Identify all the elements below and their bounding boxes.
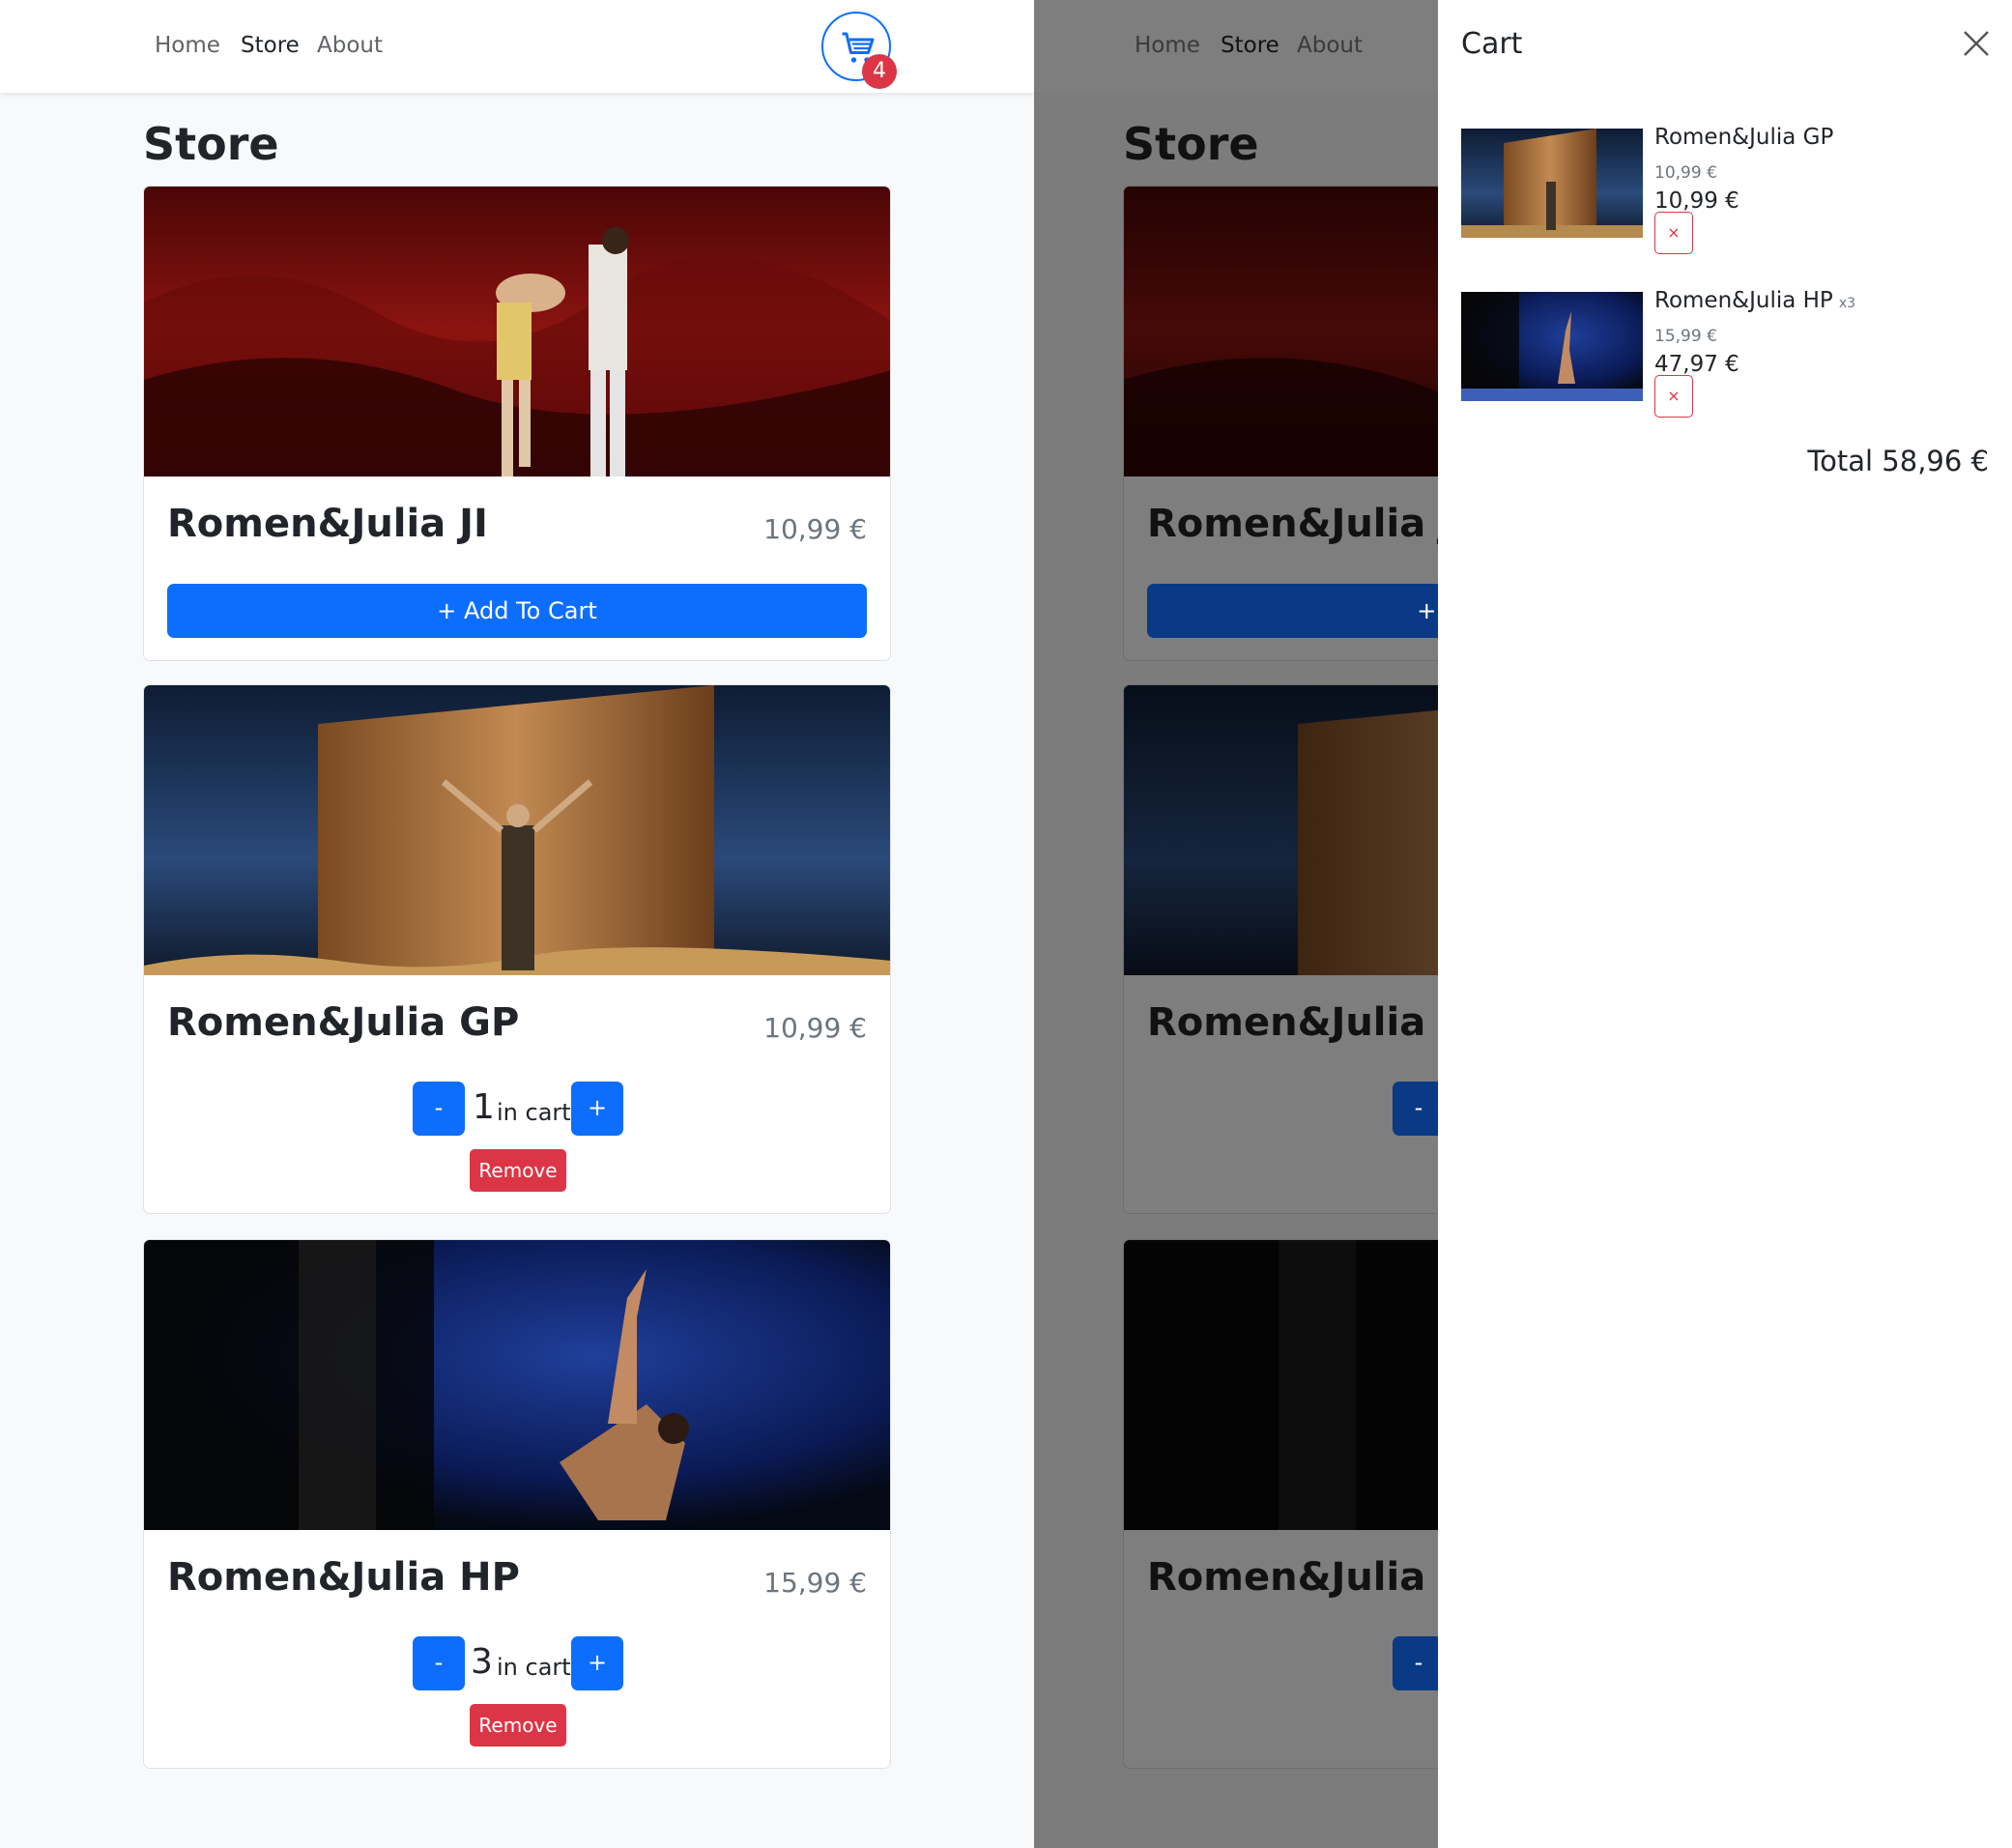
quantity-label: in cart <box>497 1099 571 1126</box>
cart-item: Romen&Julia GP 10,99 € 10,99 € × <box>1461 125 2002 283</box>
nav-about[interactable]: About <box>317 33 383 58</box>
quantity-controls: - 3 in cart + <box>144 1636 890 1690</box>
product-card: Romen&Julia JI 10,99 € + Add To Cart <box>143 186 891 661</box>
product-card: Romen&Julia HP 15,99 € - 3 in cart + Rem… <box>143 1239 891 1769</box>
product-card: Romen&Julia GP 10,99 € - 1 in cart + Rem… <box>143 684 891 1214</box>
nav-home[interactable]: Home <box>155 33 220 58</box>
product-name: Romen&Julia GP <box>167 1000 520 1045</box>
cart-item-image <box>1461 292 1643 401</box>
cart-item-name: Romen&Julia GP <box>1654 125 1834 150</box>
cart-count-badge: 4 <box>862 54 897 89</box>
nav-store-dimmed: Store <box>1221 33 1279 58</box>
decrement-button[interactable]: - <box>413 1636 465 1690</box>
cart-offcanvas: Cart Romen&Julia GP 10,99 € 10,99 € × Ro… <box>1438 0 2012 1848</box>
increment-button[interactable]: + <box>571 1082 623 1136</box>
quantity-value: 3 <box>471 1642 493 1682</box>
remove-button[interactable]: Remove <box>470 1704 566 1747</box>
product-price: 10,99 € <box>763 1012 867 1044</box>
cart-item-unit-price: 15,99 € <box>1654 327 1717 346</box>
cart-item-total: 10,99 € <box>1654 188 1739 214</box>
cart-item-image <box>1461 129 1643 238</box>
decrement-button-dimmed: - <box>1393 1636 1438 1690</box>
product-name: Romen&Julia JI <box>167 502 488 546</box>
cart-item: Romen&Julia HP x3 15,99 € 47,97 € × <box>1461 288 2002 447</box>
cart-item-remove-button[interactable]: × <box>1654 375 1693 418</box>
increment-button[interactable]: + <box>571 1636 623 1690</box>
cart-title: Cart <box>1461 27 1523 61</box>
offcanvas-backdrop[interactable]: Home Store About Store Romen&Julia JI + … <box>1034 0 1438 1848</box>
cart-total: Total 58,96 € <box>1807 445 1989 477</box>
add-to-cart-button-dimmed: + Add To Cart <box>1147 584 1438 638</box>
add-to-cart-button[interactable]: + Add To Cart <box>167 584 867 638</box>
product-image <box>144 187 890 476</box>
nav-store[interactable]: Store <box>241 33 300 58</box>
product-image <box>144 685 890 975</box>
product-card-dimmed: Romen&Julia JI + Add To Cart <box>1123 186 1438 661</box>
close-icon[interactable] <box>1962 29 1991 58</box>
product-name-dimmed: Romen&Julia GP <box>1147 1000 1438 1045</box>
quantity-controls: - 1 in cart + <box>144 1082 890 1136</box>
cart-item-total: 47,97 € <box>1654 352 1739 377</box>
nav-about-dimmed: About <box>1297 33 1364 58</box>
decrement-button[interactable]: - <box>413 1082 465 1136</box>
nav-home-dimmed: Home <box>1135 33 1200 58</box>
product-image <box>144 1240 890 1530</box>
cart-item-unit-price: 10,99 € <box>1654 163 1717 183</box>
cart-button[interactable]: 4 <box>821 12 897 89</box>
navbar-dimmed: Home Store About <box>1034 0 1438 93</box>
store-page: Home Store About 4 Store Romen&Julia JI … <box>0 0 1034 1848</box>
product-name: Romen&Julia HP <box>167 1555 520 1600</box>
product-price: 10,99 € <box>763 513 867 545</box>
cart-item-name: Romen&Julia HP x3 <box>1654 288 1856 313</box>
product-name-dimmed: Romen&Julia HP <box>1147 1555 1438 1600</box>
cart-item-remove-button[interactable]: × <box>1654 212 1693 254</box>
page-title: Store <box>143 118 279 170</box>
remove-button[interactable]: Remove <box>470 1149 566 1192</box>
product-name-dimmed: Romen&Julia JI <box>1147 502 1438 546</box>
quantity-label: in cart <box>497 1654 571 1681</box>
product-card-dimmed: Romen&Julia GP - <box>1123 684 1438 1214</box>
navbar: Home Store About 4 <box>0 0 1034 93</box>
quantity-value: 1 <box>473 1087 495 1127</box>
product-price: 15,99 € <box>763 1567 867 1599</box>
product-card-dimmed: Romen&Julia HP - <box>1123 1239 1438 1769</box>
decrement-button-dimmed: - <box>1393 1082 1438 1136</box>
page-title-dimmed: Store <box>1123 118 1259 170</box>
